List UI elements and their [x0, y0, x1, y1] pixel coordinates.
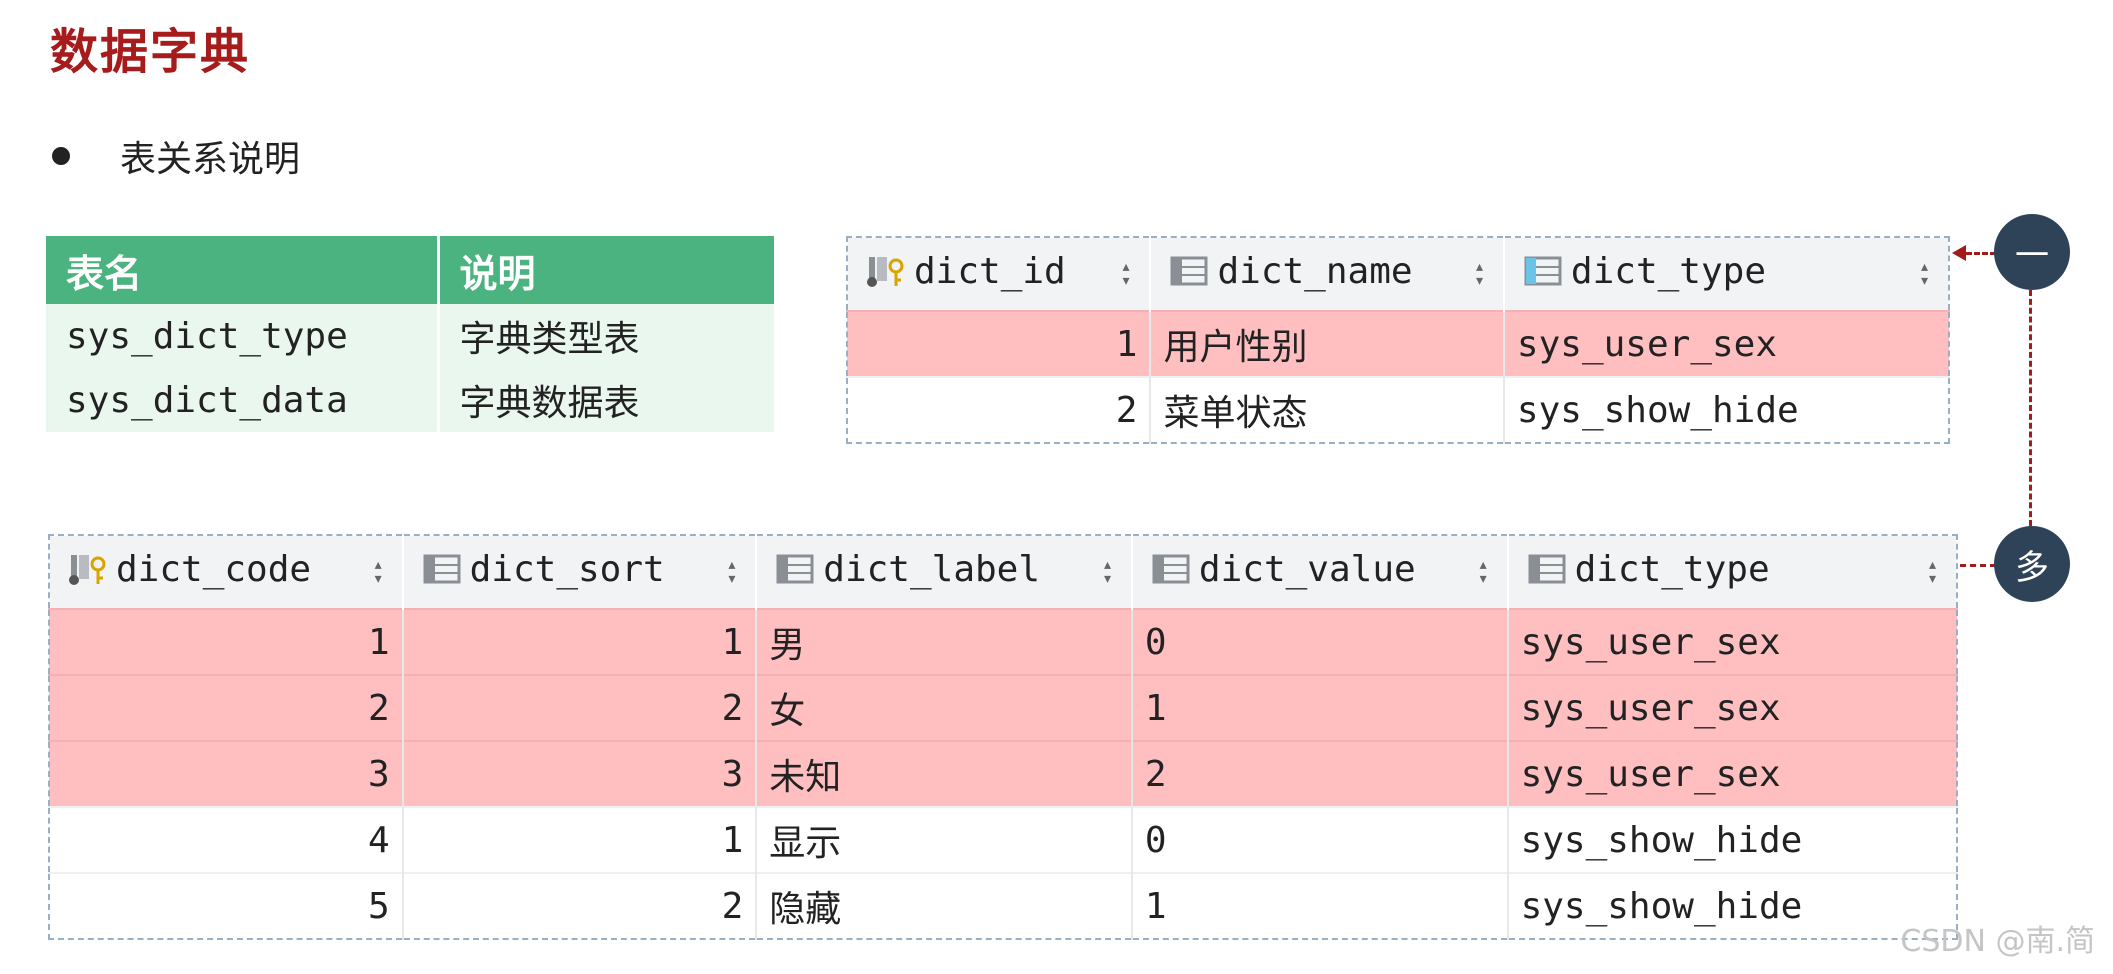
sort-arrows-icon[interactable]: ▴ ▾ [1102, 556, 1113, 588]
table-row[interactable]: 2 菜单状态 sys_show_hide [847, 376, 1949, 443]
column-header-label: dict_id [914, 250, 1066, 292]
relation-arrowhead-icon [1952, 245, 1966, 261]
cell-dict-code[interactable]: 1 [49, 608, 403, 675]
cell-dict-sort[interactable]: 1 [401, 608, 757, 675]
cell-dict-type[interactable]: sys_show_hide [1502, 376, 1949, 443]
sort-arrows-icon[interactable]: ▴ ▾ [1478, 556, 1489, 588]
cell-dict-sort[interactable]: 2 [401, 872, 757, 939]
info-header-name: 表名 [46, 236, 438, 304]
bullet-text: 表关系说明 [120, 139, 301, 180]
table-column-icon [1170, 256, 1208, 286]
column-header-dict-code[interactable]: dict_code ▴ ▾ [49, 535, 403, 609]
table-row[interactable]: 3 3 未知 2 sys_user_sex [49, 740, 1957, 807]
cell-dict-code[interactable]: 4 [49, 806, 403, 873]
column-header-dict-id[interactable]: dict_id ▴ ▾ [847, 237, 1151, 311]
cell-dict-id[interactable]: 1 [847, 310, 1151, 377]
table-row[interactable]: 2 2 女 1 sys_user_sex [49, 674, 1957, 741]
column-header-label: dict_type [1574, 548, 1770, 590]
table-column-icon [776, 554, 814, 584]
column-header-dict-name[interactable]: dict_name ▴ ▾ [1149, 237, 1504, 311]
sort-arrows-icon[interactable]: ▴ ▾ [1121, 258, 1132, 290]
cell-dict-name[interactable]: 用户性别 [1149, 310, 1504, 377]
table-row[interactable]: 4 1 显示 0 sys_show_hide [49, 806, 1957, 873]
cell-dict-value[interactable]: 0 [1130, 806, 1508, 873]
cell-dict-sort[interactable]: 3 [401, 740, 757, 807]
info-cell-desc: 字典数据表 [436, 368, 774, 432]
cell-dict-value[interactable]: 2 [1130, 740, 1508, 807]
info-header-row: 表名 说明 [46, 236, 774, 304]
column-header-dict-type[interactable]: dict_type ▴ ▾ [1506, 535, 1957, 609]
relation-arrow-line [1966, 252, 1996, 255]
info-cell-name: sys_dict_type [46, 304, 438, 368]
watermark: CSDN @南.简 [1900, 924, 2095, 959]
cell-dict-label[interactable]: 隐藏 [755, 872, 1132, 939]
cell-dict-label[interactable]: 男 [755, 608, 1132, 675]
cell-dict-label[interactable]: 显示 [755, 806, 1132, 873]
cell-dict-type[interactable]: sys_user_sex [1506, 740, 1957, 807]
table-row: sys_dict_type 字典类型表 [46, 304, 774, 368]
cell-dict-value[interactable]: 1 [1130, 674, 1508, 741]
sort-arrows-icon[interactable]: ▴ ▾ [373, 556, 384, 588]
sort-arrows-icon[interactable]: ▴ ▾ [726, 556, 737, 588]
primary-key-column-icon [867, 257, 904, 288]
cell-dict-value[interactable]: 1 [1130, 872, 1508, 939]
column-header-dict-value[interactable]: dict_value ▴ ▾ [1130, 535, 1508, 609]
column-header-label: dict_type [1570, 250, 1766, 292]
sort-arrows-icon[interactable]: ▴ ▾ [1474, 258, 1485, 290]
info-cell-desc: 字典类型表 [436, 304, 774, 368]
bullet-item: 表关系说明 [52, 134, 300, 180]
table-row[interactable]: 1 用户性别 sys_user_sex [847, 310, 1949, 377]
sort-arrows-icon[interactable]: ▴ ▾ [1919, 258, 1930, 290]
table-column-icon [1524, 256, 1562, 286]
column-header-label: dict_label [823, 548, 1041, 590]
cell-dict-code[interactable]: 5 [49, 872, 403, 939]
column-header-dict-type[interactable]: dict_type ▴ ▾ [1502, 237, 1949, 311]
grid-dict-type: dict_id ▴ ▾ dict_name ▴ ▾ dict_type ▴ ▾ … [846, 236, 1950, 444]
cell-dict-type[interactable]: sys_show_hide [1506, 806, 1957, 873]
column-header-label: dict_code [116, 548, 312, 590]
cell-dict-type[interactable]: sys_user_sex [1502, 310, 1949, 377]
table-column-icon [423, 554, 461, 584]
column-header-label: dict_sort [469, 548, 665, 590]
info-cell-name: sys_dict_data [46, 368, 438, 432]
page-title: 数据字典 [50, 24, 251, 80]
primary-key-column-icon [69, 555, 106, 586]
cell-dict-type[interactable]: sys_user_sex [1506, 608, 1957, 675]
cell-dict-id[interactable]: 2 [847, 376, 1151, 443]
cell-dict-code[interactable]: 3 [49, 740, 403, 807]
table-row[interactable]: 1 1 男 0 sys_user_sex [49, 608, 1957, 675]
bullet-dot-icon [52, 147, 70, 165]
grid-header-row: dict_code ▴ ▾ dict_sort ▴ ▾ dict_label ▴… [49, 535, 1957, 609]
column-header-label: dict_value [1198, 548, 1416, 590]
grid-dict-data: dict_code ▴ ▾ dict_sort ▴ ▾ dict_label ▴… [48, 534, 1958, 940]
cell-dict-sort[interactable]: 2 [401, 674, 757, 741]
column-header-dict-sort[interactable]: dict_sort ▴ ▾ [401, 535, 757, 609]
relation-line [2029, 290, 2032, 526]
column-header-label: dict_name [1217, 250, 1413, 292]
relation-tick-line [1960, 564, 1996, 567]
grid-header-row: dict_id ▴ ▾ dict_name ▴ ▾ dict_type ▴ ▾ [847, 237, 1949, 311]
cell-dict-sort[interactable]: 1 [401, 806, 757, 873]
table-column-icon [1528, 554, 1566, 584]
cell-dict-type[interactable]: sys_user_sex [1506, 674, 1957, 741]
cell-dict-label[interactable]: 女 [755, 674, 1132, 741]
table-column-icon [1152, 554, 1190, 584]
cell-dict-label[interactable]: 未知 [755, 740, 1132, 807]
cell-dict-name[interactable]: 菜单状态 [1149, 376, 1504, 443]
table-info: 表名 说明 sys_dict_type 字典类型表 sys_dict_data … [46, 236, 774, 432]
one-badge: 一 [1994, 214, 2070, 290]
cell-dict-type[interactable]: sys_show_hide [1506, 872, 1957, 939]
sort-arrows-icon[interactable]: ▴ ▾ [1927, 556, 1938, 588]
cell-dict-value[interactable]: 0 [1130, 608, 1508, 675]
many-badge: 多 [1994, 526, 2070, 602]
cell-dict-code[interactable]: 2 [49, 674, 403, 741]
table-row[interactable]: 5 2 隐藏 1 sys_show_hide [49, 872, 1957, 939]
column-header-dict-label[interactable]: dict_label ▴ ▾ [755, 535, 1132, 609]
table-row: sys_dict_data 字典数据表 [46, 368, 774, 432]
info-header-desc: 说明 [436, 236, 774, 304]
